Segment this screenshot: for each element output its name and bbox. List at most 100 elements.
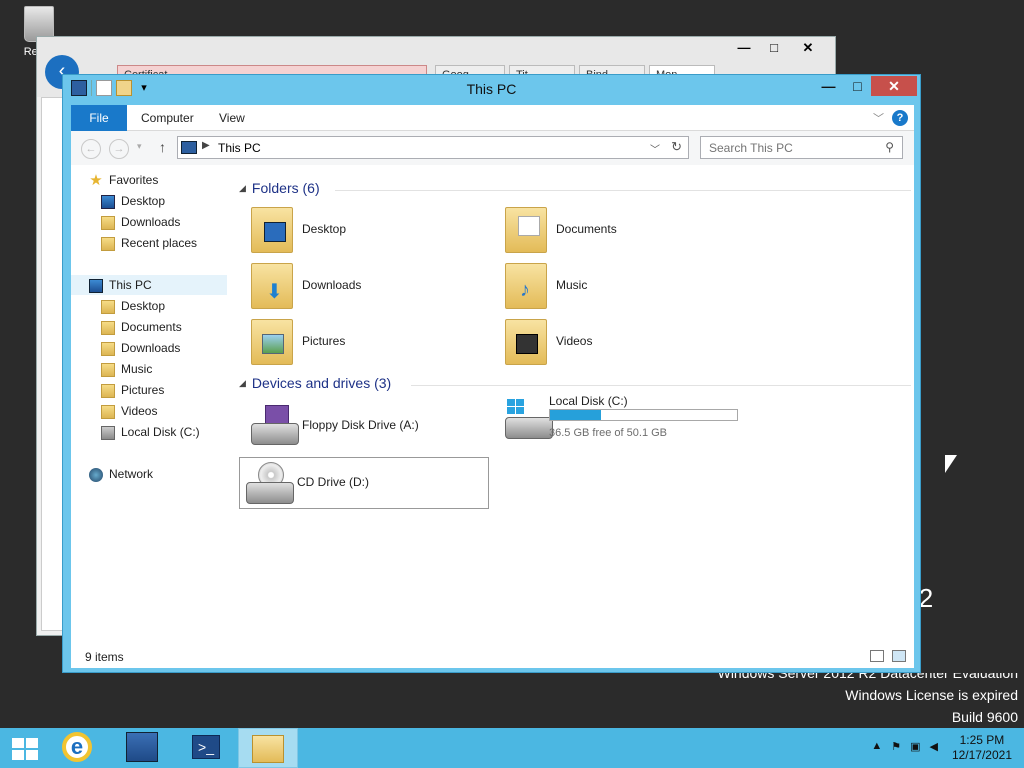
folder-music[interactable]: ♪ Music [499, 261, 739, 311]
close-button[interactable]: ✕ [871, 76, 917, 96]
content-pane: ◢ Folders (6) Desktop Documents ⬇ Downloa… [237, 165, 911, 650]
nav-favorites-desktop[interactable]: Desktop [101, 191, 165, 211]
folder-downloads[interactable]: ⬇ Downloads [245, 261, 485, 311]
recent-locations-icon[interactable]: ▾ [137, 141, 142, 152]
ribbon-tabs: File Computer View ﹀ ? [71, 105, 914, 131]
breadcrumb-chevron-icon[interactable]: ▶ [202, 140, 210, 151]
downloads-folder-icon [101, 341, 115, 356]
documents-folder-icon [101, 320, 115, 335]
server-manager-icon[interactable] [126, 732, 158, 762]
folder-pictures[interactable]: Pictures [245, 317, 485, 367]
show-hidden-icons-icon[interactable]: ▲ [871, 740, 882, 753]
group-folders[interactable]: ◢ Folders (6) [239, 180, 911, 200]
clock-date: 12/17/2021 [951, 748, 1012, 762]
tab-view[interactable]: View [205, 105, 259, 131]
nav-this-pc[interactable]: This PC [71, 275, 227, 295]
nav-favorites-recent-places[interactable]: Recent places [101, 233, 197, 253]
back-button[interactable]: ← [81, 139, 101, 159]
nav-downloads[interactable]: Downloads [101, 338, 180, 358]
breadcrumb-this-pc[interactable]: This PC [218, 141, 261, 155]
action-center-flag-icon[interactable]: ⚑ [891, 740, 901, 753]
local-disk-icon [505, 399, 553, 445]
navigation-pane: ★ Favorites Desktop Downloads Recent plac… [71, 165, 231, 650]
item-count: 9 items [85, 650, 124, 664]
recent-places-icon [101, 236, 115, 251]
file-explorer-taskbar-button[interactable] [238, 728, 298, 768]
search-icon[interactable]: ⚲ [885, 140, 894, 154]
title-bar[interactable]: ▾ This PC — □ ✕ [63, 75, 920, 101]
search-box[interactable]: ⚲ [700, 136, 903, 159]
collapse-icon[interactable]: ◢ [239, 183, 246, 193]
mouse-cursor-icon [945, 455, 957, 473]
floppy-drive-icon [251, 403, 299, 449]
powershell-icon[interactable]: >_ [192, 735, 220, 759]
nav-favorites-downloads[interactable]: Downloads [101, 212, 180, 232]
nav-network[interactable]: Network [89, 464, 153, 484]
forward-button[interactable]: → [109, 139, 129, 159]
drive-floppy[interactable]: Floppy Disk Drive (A:) [245, 401, 485, 451]
videos-folder-icon [101, 404, 115, 419]
documents-folder-icon [505, 207, 547, 253]
desktop-icon [101, 194, 115, 209]
watermark-build: Build 9600 [951, 709, 1018, 725]
nav-pictures[interactable]: Pictures [101, 380, 164, 400]
music-folder-icon [101, 362, 115, 377]
cd-drive-icon [246, 460, 294, 506]
folder-documents[interactable]: Documents [499, 205, 739, 255]
nav-local-disk[interactable]: Local Disk (C:) [101, 422, 200, 442]
this-pc-icon [89, 278, 103, 293]
downloads-folder-icon [101, 215, 115, 230]
address-dropdown-icon[interactable]: ﹀ [650, 141, 660, 156]
nav-documents[interactable]: Documents [101, 317, 182, 337]
large-icons-view-icon[interactable] [892, 650, 906, 662]
drive-cd[interactable]: CD Drive (D:) [239, 457, 489, 509]
disk-usage-bar [549, 409, 738, 421]
watermark-license: Windows License is expired [845, 687, 1018, 703]
clock-time: 1:25 PM [959, 733, 1005, 747]
up-button[interactable]: ↑ [159, 139, 166, 155]
folder-desktop[interactable]: Desktop [245, 205, 485, 255]
local-disk-icon [101, 425, 115, 440]
explorer-window[interactable]: ▾ This PC — □ ✕ File Computer View ﹀ ? ←… [62, 74, 921, 673]
search-input[interactable] [709, 141, 869, 155]
computer-icon [181, 141, 197, 154]
volume-muted-icon[interactable]: ◀ [930, 740, 938, 753]
help-icon[interactable]: ? [892, 110, 908, 126]
disk-free-space: 36.5 GB free of 50.1 GB [549, 427, 668, 439]
videos-folder-icon [505, 319, 547, 365]
browser-minimize-button[interactable]: — [729, 39, 759, 57]
local-disk-label: Local Disk (C:) [549, 394, 628, 408]
tab-computer[interactable]: Computer [127, 105, 208, 131]
details-view-icon[interactable] [870, 650, 884, 662]
window-client: File Computer View ﹀ ? ← → ▾ ↑ ▶ This PC… [71, 105, 914, 668]
nav-desktop[interactable]: Desktop [101, 296, 165, 316]
browser-maximize-button[interactable]: □ [759, 39, 789, 57]
group-devices-drives[interactable]: ◢ Devices and drives (3) [239, 375, 911, 395]
desktop-folder-icon [101, 299, 115, 314]
nav-music[interactable]: Music [101, 359, 152, 379]
nav-favorites[interactable]: ★ Favorites [89, 170, 158, 190]
expand-ribbon-icon[interactable]: ﹀ [873, 110, 884, 126]
minimize-button[interactable]: — [815, 76, 842, 96]
file-explorer-icon [252, 735, 284, 763]
folder-videos[interactable]: Videos [499, 317, 739, 367]
internet-explorer-icon[interactable]: e [62, 732, 92, 762]
windows-logo-icon [507, 399, 525, 415]
maximize-button[interactable]: □ [844, 76, 871, 96]
nav-videos[interactable]: Videos [101, 401, 157, 421]
collapse-icon[interactable]: ◢ [239, 378, 246, 388]
music-folder-icon: ♪ [505, 263, 547, 309]
refresh-icon[interactable]: ↻ [671, 139, 682, 155]
browser-close-button[interactable]: ✕ [793, 39, 823, 57]
navigation-bar: ← → ▾ ↑ ▶ This PC ﹀ ↻ ⚲ [71, 131, 914, 165]
pictures-folder-icon [101, 383, 115, 398]
window-title: This PC [466, 81, 517, 97]
address-bar[interactable]: ▶ This PC ﹀ ↻ [177, 136, 689, 159]
star-icon: ★ [89, 171, 103, 189]
pictures-folder-icon [251, 319, 293, 365]
clock[interactable]: 1:25 PM 12/17/2021 [952, 733, 1012, 763]
tab-file[interactable]: File [71, 105, 127, 131]
start-button[interactable] [12, 738, 38, 760]
network-tray-icon[interactable]: ▣ [910, 740, 920, 753]
status-bar: 9 items [71, 646, 914, 668]
